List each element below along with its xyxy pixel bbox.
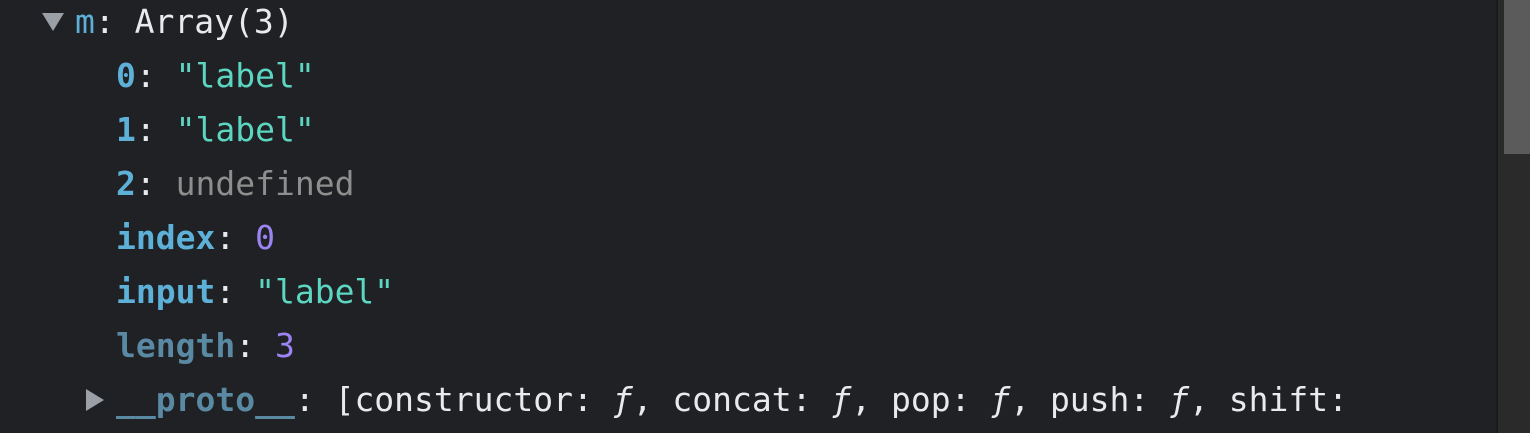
tree-row-0[interactable]: 0: "label" xyxy=(116,56,315,110)
property-key: __proto__ xyxy=(116,380,295,419)
property-value: "label" xyxy=(255,272,395,311)
tree-row-1[interactable]: 1: "label" xyxy=(116,110,315,164)
proto-item-key: push xyxy=(1049,380,1130,419)
property-value: 0 xyxy=(255,218,275,257)
property-value: "label" xyxy=(175,110,315,149)
property-key: 2 xyxy=(116,164,136,203)
proto-open-bracket: [ xyxy=(334,380,355,419)
property-key: input xyxy=(116,272,216,311)
proto-row-content: __proto__: [constructor: ƒ, concat: ƒ, p… xyxy=(116,380,1349,419)
tree-row-index[interactable]: index: 0 xyxy=(116,218,275,272)
proto-item-key: pop xyxy=(890,380,951,419)
function-icon: ƒ xyxy=(1169,380,1190,419)
property-value: "label" xyxy=(175,56,315,95)
expand-triangle-icon[interactable] xyxy=(42,13,64,31)
tree-row-length[interactable]: length: 3 xyxy=(116,326,295,380)
property-value: undefined xyxy=(175,164,355,203)
console-object-tree: m: Array(3) 0: "label" 1: "label" 2: und… xyxy=(0,0,1496,433)
property-key: length xyxy=(116,326,236,365)
property-key: m xyxy=(75,2,95,41)
scrollbar-thumb[interactable] xyxy=(1504,0,1530,154)
proto-item-key: constructor xyxy=(354,380,573,419)
tree-row-2[interactable]: 2: undefined xyxy=(116,164,354,218)
function-icon: ƒ xyxy=(831,380,852,419)
expand-triangle-icon[interactable] xyxy=(86,389,104,411)
function-icon: ƒ xyxy=(612,380,633,419)
vertical-scrollbar[interactable] xyxy=(1496,0,1530,433)
property-key: 1 xyxy=(116,110,136,149)
function-icon: ƒ xyxy=(990,380,1011,419)
object-summary: Array(3) xyxy=(134,2,294,41)
property-value: 3 xyxy=(274,326,295,365)
proto-item-key: shift xyxy=(1228,380,1329,419)
property-key: 0 xyxy=(116,56,136,95)
proto-item-key: concat xyxy=(672,380,792,419)
property-key: index xyxy=(116,218,216,257)
root-row-content: m: Array(3) xyxy=(75,2,294,41)
tree-row-input[interactable]: input: "label" xyxy=(116,272,394,326)
